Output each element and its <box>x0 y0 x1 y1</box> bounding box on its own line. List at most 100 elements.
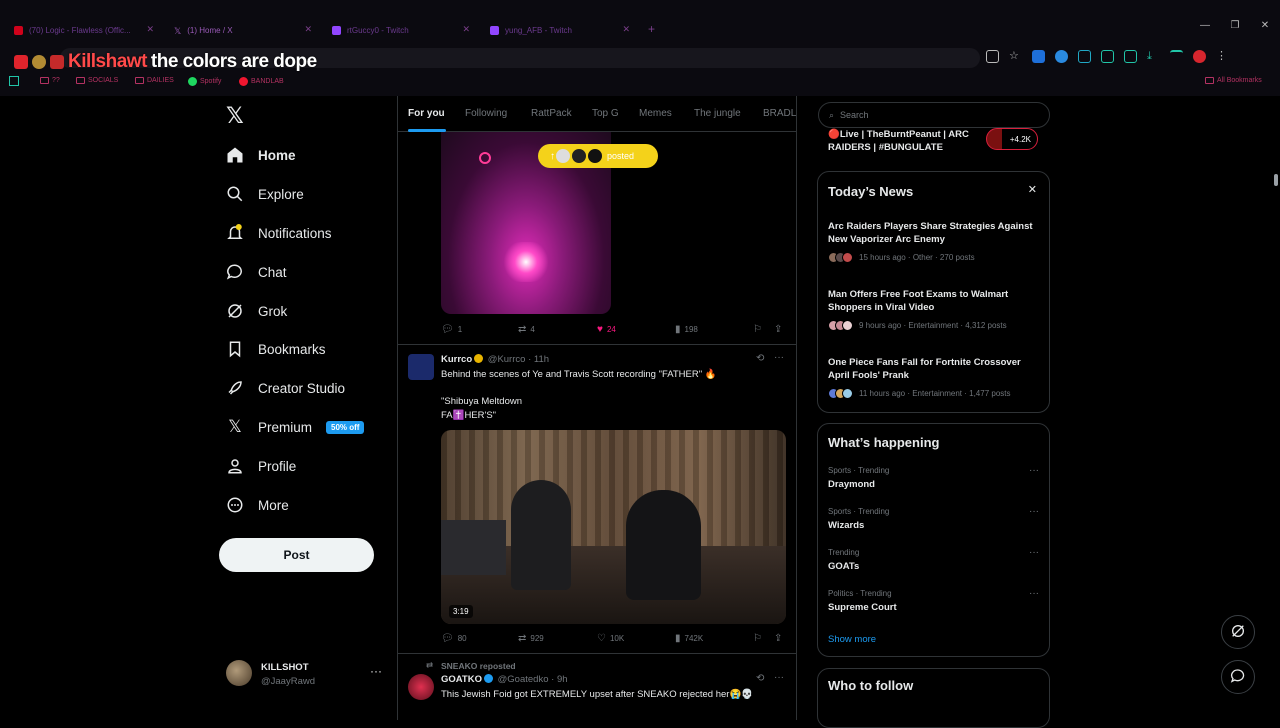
trend-name[interactable]: Supreme Court <box>828 602 897 613</box>
news-headline[interactable]: Man Offers Free Foot Exams to Walmart Sh… <box>828 288 1043 314</box>
like-button[interactable]: ♥ 24 <box>597 324 616 335</box>
media-icon[interactable] <box>1170 50 1183 63</box>
grok-icon[interactable]: ⟲ <box>756 353 764 364</box>
close-window-icon[interactable]: ✕ <box>1250 20 1280 31</box>
scrollbar-thumb[interactable] <box>1274 174 1278 186</box>
apps-grid-icon[interactable] <box>9 76 19 86</box>
more-dots-icon[interactable]: ··· <box>1029 588 1039 599</box>
extension-icon[interactable] <box>1032 50 1045 63</box>
nav-profile[interactable]: Profile <box>226 451 296 481</box>
author-name[interactable]: Kurrco <box>441 354 472 365</box>
trend-name[interactable]: GOATs <box>828 561 859 572</box>
post-time[interactable]: 9h <box>557 674 568 685</box>
tab-the-jungle[interactable]: The jungle <box>694 108 741 119</box>
x-logo-icon[interactable]: 𝕏 <box>226 104 244 129</box>
close-tab-icon[interactable]: ✕ <box>146 24 154 35</box>
share-button[interactable]: ⇪ <box>774 633 782 644</box>
reply-button[interactable]: 💬︎ 80 <box>441 633 467 644</box>
show-more-link[interactable]: Show more <box>828 634 876 645</box>
nav-premium[interactable]: 𝕏 Premium 50% off <box>226 412 365 442</box>
close-tab-icon[interactable]: ✕ <box>462 24 470 35</box>
browser-tab-twitch-1[interactable]: rtGuccy0 - Twitch ✕ <box>318 18 476 42</box>
extension-icon[interactable] <box>1124 50 1137 63</box>
extension-icon[interactable] <box>1101 50 1114 63</box>
nav-creator-studio[interactable]: Creator Studio <box>226 373 345 403</box>
share-button[interactable]: ⇪ <box>774 324 782 335</box>
all-bookmarks-folder[interactable]: All Bookmarks <box>1205 77 1262 84</box>
more-dots-icon[interactable]: ··· <box>1029 506 1039 517</box>
author-handle[interactable]: @Kurrco <box>488 354 526 365</box>
repost-button[interactable]: ⇄ 4 <box>518 324 535 335</box>
bookmark-button[interactable]: ⚐ <box>753 633 762 644</box>
bookmark-link[interactable]: BANDLAB <box>239 77 284 86</box>
account-switcher[interactable]: KILLSHOT @JaayRawd ··· <box>226 658 386 690</box>
bookmark-button[interactable]: ⚐ <box>753 324 762 335</box>
bookmark-folder[interactable]: SOCIALS <box>76 77 118 84</box>
tab-rattpack[interactable]: RattPack <box>531 108 572 119</box>
trend-name[interactable]: Draymond <box>828 479 875 490</box>
nav-explore[interactable]: Explore <box>226 179 304 209</box>
bookmark-folder[interactable]: DAILIES <box>135 77 174 84</box>
close-tab-icon[interactable]: ✕ <box>304 24 312 35</box>
post-time[interactable]: 11h <box>534 354 549 365</box>
nav-chat[interactable]: Chat <box>226 257 287 287</box>
more-dots-icon[interactable]: ··· <box>1029 547 1039 558</box>
author-handle[interactable]: @Goatedko <box>498 674 549 685</box>
nav-home[interactable]: Home <box>226 140 296 170</box>
more-dots-icon[interactable]: ··· <box>370 664 382 678</box>
reposted-by-label[interactable]: SNEAKO reposted <box>441 661 516 671</box>
close-tab-icon[interactable]: ✕ <box>622 24 630 35</box>
views-button[interactable]: ▮ 198 <box>675 324 698 335</box>
bookmark-link[interactable]: Spotify <box>188 77 221 86</box>
page-scrollbar[interactable] <box>1272 96 1280 720</box>
trend-name[interactable]: Wizards <box>828 520 864 531</box>
maximize-icon[interactable]: ❐ <box>1220 20 1250 31</box>
tab-following[interactable]: Following <box>465 108 507 119</box>
grok-icon[interactable]: ⟲ <box>756 673 764 684</box>
close-icon[interactable]: ✕ <box>1028 183 1037 196</box>
avatar[interactable] <box>408 354 434 380</box>
tab-top-g[interactable]: Top G <box>592 108 619 119</box>
more-dots-icon[interactable]: ··· <box>774 672 784 683</box>
live-spaces-card[interactable]: 🔴Live | TheBurntPeanut | ARC RAIDERS | #… <box>818 124 1050 162</box>
post-button[interactable]: Post <box>219 538 374 572</box>
bookmark-label: SOCIALS <box>88 77 119 84</box>
avatar[interactable] <box>408 674 434 700</box>
nav-notifications[interactable]: Notifications <box>226 218 332 248</box>
download-icon[interactable]: ⤓ <box>1147 50 1160 63</box>
nav-label: Profile <box>258 458 297 474</box>
browser-tab-x-home[interactable]: 𝕏 (1) Home / X ✕ <box>160 18 318 42</box>
menu-kebab-icon[interactable]: ⋮ <box>1216 50 1229 63</box>
new-posts-pill[interactable]: ↑ posted <box>538 144 658 168</box>
more-dots-icon[interactable]: ··· <box>1029 465 1039 476</box>
star-bookmark-icon[interactable]: ☆ <box>1009 50 1022 63</box>
nav-bookmarks[interactable]: Bookmarks <box>226 334 326 364</box>
new-tab-icon[interactable]: + <box>648 22 655 36</box>
views-button[interactable]: ▮ 742K <box>675 633 703 644</box>
bookmark-folder[interactable]: ?? <box>40 77 60 84</box>
post-video[interactable]: 3:19 <box>441 430 786 624</box>
live-listener-pill[interactable]: +4.2K <box>986 128 1038 150</box>
browser-tab-youtube[interactable]: (70) Logic - Flawless (Offic... ✕ <box>0 18 160 42</box>
tab-memes[interactable]: Memes <box>639 108 672 119</box>
more-dots-icon[interactable]: ··· <box>774 352 784 363</box>
avatar-stack <box>828 388 853 399</box>
tab-for-you[interactable]: For you <box>408 108 445 119</box>
grok-floating-button[interactable] <box>1221 615 1255 649</box>
author-name[interactable]: GOATKO <box>441 674 482 685</box>
tab-bradle[interactable]: BRADLE <box>763 108 796 119</box>
news-headline[interactable]: One Piece Fans Fall for Fortnite Crossov… <box>828 356 1043 382</box>
browser-tab-twitch-2[interactable]: yung_AFB - Twitch ✕ <box>476 18 636 42</box>
reply-button[interactable]: 💬︎ 1 <box>441 324 462 335</box>
news-headline[interactable]: Arc Raiders Players Share Strategies Aga… <box>828 220 1043 246</box>
nav-grok[interactable]: Grok <box>226 296 287 326</box>
messages-floating-button[interactable] <box>1221 660 1255 694</box>
profile-avatar-icon[interactable] <box>1193 50 1206 63</box>
minimize-icon[interactable]: — <box>1190 20 1220 31</box>
repost-button[interactable]: ⇄ 929 <box>518 633 544 644</box>
nav-more[interactable]: More <box>226 490 289 520</box>
extension-icon[interactable] <box>1055 50 1068 63</box>
like-button[interactable]: ♡ 10K <box>597 633 624 644</box>
install-app-icon[interactable] <box>986 50 999 63</box>
extension-icon[interactable] <box>1078 50 1091 63</box>
